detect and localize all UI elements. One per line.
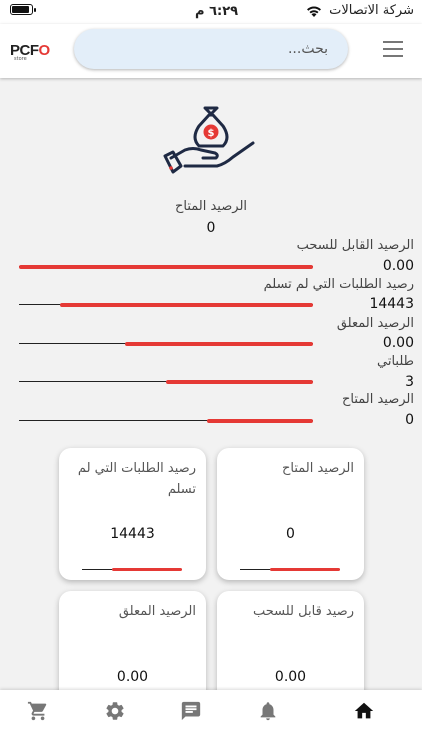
battery-indicator xyxy=(10,4,36,15)
nav-notifications[interactable] xyxy=(238,700,298,740)
card-withdrawable-balance[interactable]: رصيد قابل للسحب 0.00 xyxy=(217,591,364,690)
stat-bar-undelivered xyxy=(19,303,313,307)
home-icon xyxy=(354,702,374,719)
card-progress-bar xyxy=(82,568,182,571)
bottom-nav: الرئيسية xyxy=(0,690,422,750)
chat-icon xyxy=(181,701,201,721)
available-balance-label: الرصيد المتاح xyxy=(174,199,248,214)
carrier-name: شركة الاتصالات xyxy=(329,3,414,18)
wallet-dashboard: $ الرصيد المتاح 0 الرصيد القابل للسحب 0.… xyxy=(0,78,422,690)
hand-money-bag-icon: $ xyxy=(163,106,255,174)
card-undelivered-balance[interactable]: رصيد الطلبات التي لم تسلم 14443 xyxy=(59,448,206,580)
nav-settings[interactable] xyxy=(85,700,145,740)
stat-label-undelivered: رصيد الطلبات التي لم تسلم xyxy=(263,277,414,292)
gear-icon xyxy=(106,702,124,720)
stat-value-withdrawable: 0.00 xyxy=(382,258,414,274)
stat-bar-available xyxy=(19,419,313,423)
card-title: الرصيد المعلق xyxy=(118,604,196,619)
card-title: الرصيد المتاح xyxy=(281,461,354,476)
app-header: PCFO store بحث... xyxy=(0,24,422,78)
stat-label-my-orders: طلباتي xyxy=(377,354,414,369)
card-progress-bar xyxy=(240,568,340,571)
card-pending-balance[interactable]: الرصيد المعلق 0.00 xyxy=(59,591,206,690)
stat-bar-withdrawable xyxy=(19,265,313,269)
stat-value-my-orders: 3 xyxy=(405,374,414,390)
search-input[interactable]: بحث... xyxy=(74,29,348,69)
svg-text:$: $ xyxy=(208,128,215,139)
nav-home[interactable]: الرئيسية xyxy=(334,700,394,740)
nav-cart[interactable] xyxy=(8,700,68,740)
card-available-balance[interactable]: الرصيد المتاح 0 xyxy=(217,448,364,580)
card-title: رصيد قابل للسحب xyxy=(253,604,354,619)
available-balance-value: 0 xyxy=(206,220,216,236)
stat-value-undelivered: 14443 xyxy=(369,296,414,312)
stat-bar-pending xyxy=(19,342,313,346)
status-time: ٦:٢٩ م xyxy=(195,4,239,19)
bell-icon xyxy=(260,702,276,721)
card-value: 14443 xyxy=(110,526,155,542)
stat-value-available: 0 xyxy=(405,412,414,428)
stat-label-pending: الرصيد المعلق xyxy=(336,316,414,331)
stat-bar-my-orders xyxy=(19,380,313,384)
pcfo-logo[interactable]: PCFO store xyxy=(10,40,54,64)
search-placeholder: بحث... xyxy=(287,41,328,57)
nav-home-label: الرئيسية xyxy=(348,723,380,733)
card-title: رصيد الطلبات التي لم تسلم xyxy=(77,461,196,497)
stat-label-withdrawable: الرصيد القابل للسحب xyxy=(296,238,414,253)
wifi-icon xyxy=(307,6,322,17)
cart-icon xyxy=(27,701,47,721)
menu-icon[interactable] xyxy=(383,41,403,57)
status-bar: ٦:٢٩ م شركة الاتصالات xyxy=(0,0,422,24)
stat-label-available: الرصيد المتاح xyxy=(341,392,414,407)
card-value: 0.00 xyxy=(274,669,307,685)
card-value: 0 xyxy=(286,526,295,542)
card-value: 0.00 xyxy=(116,669,149,685)
stat-value-pending: 0.00 xyxy=(382,335,414,351)
nav-messages[interactable] xyxy=(161,700,221,740)
battery-icon xyxy=(10,4,36,15)
